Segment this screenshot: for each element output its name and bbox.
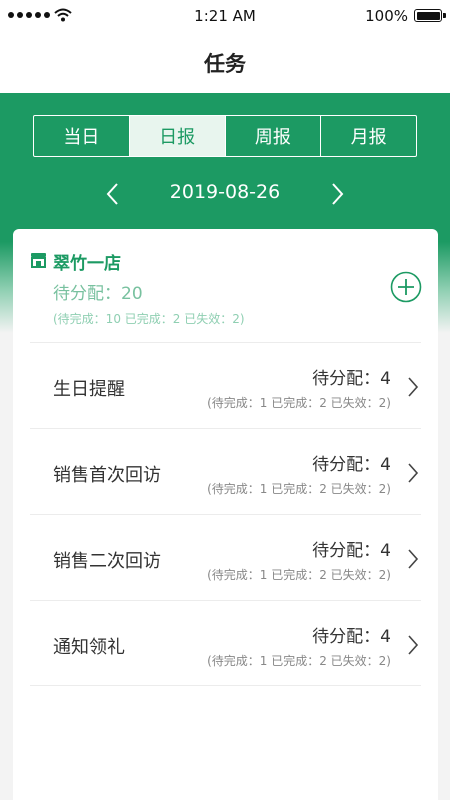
chevron-right-icon — [408, 549, 419, 569]
plus-circle-icon[interactable] — [390, 271, 422, 303]
battery-percentage: 100% — [365, 7, 408, 25]
task-row-birthday-reminder[interactable]: 生日提醒 待分配：4 (待完成：1 已完成：2 已失效：2) — [30, 342, 421, 428]
task-pending-count: 待分配：4 — [312, 627, 391, 647]
task-list: 生日提醒 待分配：4 (待完成：1 已完成：2 已失效：2) 销售首次回访 待分… — [30, 342, 421, 686]
task-name: 通知领礼 — [53, 637, 125, 658]
task-row-gift-notification[interactable]: 通知领礼 待分配：4 (待完成：1 已完成：2 已失效：2) — [30, 600, 421, 686]
store-pending-count: 待分配：20 — [53, 284, 143, 304]
store-summary: (待完成：10 已完成：2 已失效：2) — [53, 312, 245, 326]
task-summary: (待完成：1 已完成：2 已失效：2) — [207, 482, 391, 496]
page-title: 任务 — [204, 52, 246, 76]
task-pending-count: 待分配：4 — [312, 369, 391, 389]
battery-icon — [414, 9, 442, 22]
tab-daily-report[interactable]: 日报 — [129, 116, 226, 156]
chevron-right-icon — [408, 377, 419, 397]
store-name: 翠竹一店 — [53, 254, 121, 274]
task-summary: (待完成：1 已完成：2 已失效：2) — [207, 396, 391, 410]
task-summary: (待完成：1 已完成：2 已失效：2) — [207, 568, 391, 582]
status-bar: 1:21 AM 100% — [0, 0, 450, 32]
task-summary: (待完成：1 已完成：2 已失效：2) — [207, 654, 391, 668]
task-pending-count: 待分配：4 — [312, 455, 391, 475]
chevron-right-icon[interactable] — [323, 179, 353, 209]
nav-bar: 任务 — [0, 32, 450, 93]
chevron-right-icon — [408, 463, 419, 483]
chevron-right-icon — [408, 635, 419, 655]
current-date: 2019-08-26 — [169, 181, 281, 203]
task-pending-count: 待分配：4 — [312, 541, 391, 561]
store-icon — [31, 253, 46, 268]
store-task-card: 翠竹一店 待分配：20 (待完成：10 已完成：2 已失效：2) 生日提醒 待分… — [13, 229, 438, 800]
task-row-second-sales-followup[interactable]: 销售二次回访 待分配：4 (待完成：1 已完成：2 已失效：2) — [30, 514, 421, 600]
date-selector: 2019-08-26 — [0, 175, 450, 213]
task-name: 生日提醒 — [53, 379, 125, 400]
battery-tip — [443, 13, 446, 18]
task-name: 销售二次回访 — [53, 551, 161, 572]
tab-weekly-report[interactable]: 周报 — [226, 116, 322, 156]
tab-today[interactable]: 当日 — [34, 116, 130, 156]
task-row-first-sales-followup[interactable]: 销售首次回访 待分配：4 (待完成：1 已完成：2 已失效：2) — [30, 428, 421, 514]
task-name: 销售首次回访 — [53, 465, 161, 486]
period-tabs: 当日 日报 周报 月报 — [33, 115, 417, 157]
tab-monthly-report[interactable]: 月报 — [321, 116, 416, 156]
